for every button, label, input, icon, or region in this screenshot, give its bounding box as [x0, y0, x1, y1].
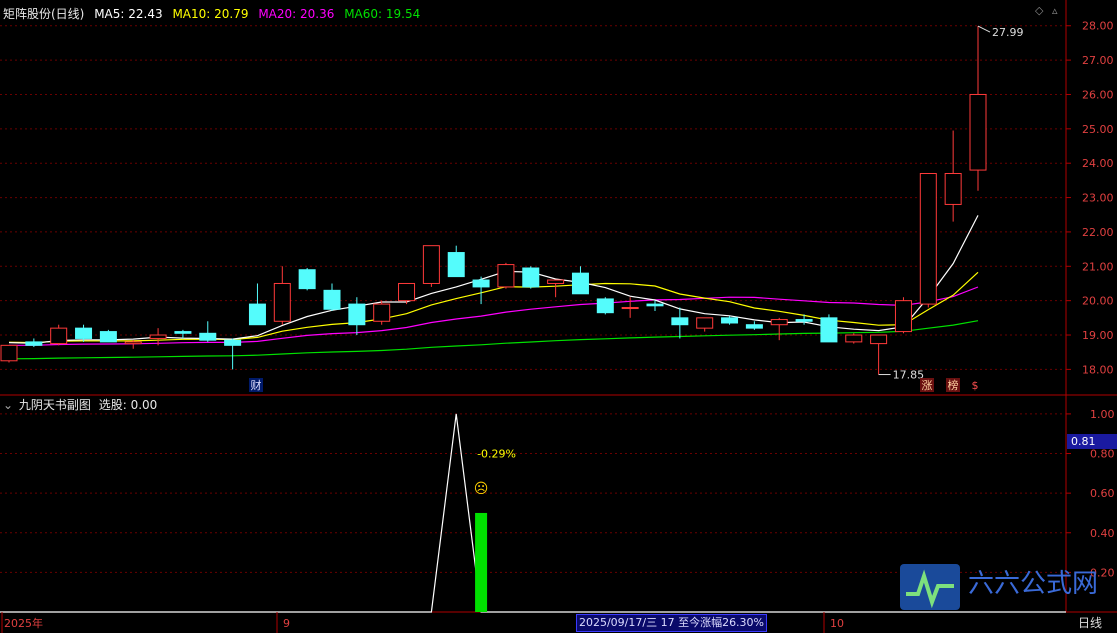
- indicator-pct-label: -0.29%: [477, 447, 516, 460]
- candle-body: [820, 317, 838, 343]
- candle-body: [596, 298, 614, 314]
- candle-body: [199, 332, 217, 341]
- sub-chart-title: 九阴天书副图: [18, 398, 91, 412]
- main-legend: 矩阵股份(日线) MA5: 22.43 MA10: 20.79 MA20: 20…: [3, 5, 426, 22]
- candle-body: [646, 303, 664, 307]
- date-label: 2025年: [4, 616, 43, 630]
- collapse-icon[interactable]: ⌄: [3, 398, 13, 412]
- candle-body: [298, 269, 316, 290]
- candle-body: [323, 289, 341, 310]
- candlestick-series[interactable]: [0, 26, 987, 375]
- candle-body: [174, 331, 192, 334]
- candle-body: [845, 334, 863, 343]
- indicator-tick-label: 0.80: [1090, 448, 1115, 461]
- candle-body: [447, 252, 465, 278]
- sad-face-icon: ☹: [474, 481, 489, 497]
- low-label: 17.85: [893, 369, 925, 382]
- candle-body: [99, 331, 117, 343]
- sub-legend: ⌄ 九阴天书副图 选股: 0.00: [3, 396, 163, 413]
- marker-zhang: 涨: [922, 379, 933, 392]
- price-tick-label: 25.00: [1082, 123, 1114, 136]
- price-tick-label: 20.00: [1082, 295, 1114, 308]
- date-label: 10: [830, 617, 844, 630]
- marker-dollar: $: [972, 379, 979, 392]
- candle-body: [273, 282, 291, 322]
- candle-body: [894, 300, 912, 333]
- candle-body: [149, 334, 167, 339]
- high-label: 27.99: [992, 26, 1024, 39]
- period-label[interactable]: 日线: [1078, 614, 1102, 631]
- price-tick-label: 24.00: [1082, 157, 1114, 170]
- candle-body: [373, 303, 391, 322]
- status-bar: 2025/09/17/三 17 至今涨幅26.30%: [576, 614, 767, 632]
- candle-body: [224, 339, 242, 346]
- candle-body: [721, 317, 739, 324]
- price-tick-label: 23.00: [1082, 192, 1114, 205]
- ma10-legend: MA10: 20.79: [172, 7, 249, 21]
- candle-body: [671, 317, 689, 326]
- candle-body: [547, 279, 565, 284]
- triangle-icon[interactable]: ▵: [1052, 4, 1058, 17]
- watermark-logo: 六六公式网: [900, 564, 1098, 610]
- marker-bang: 榜: [948, 378, 959, 392]
- candle-body: [919, 173, 937, 305]
- indicator-bar: [475, 512, 488, 612]
- candle-body: [50, 327, 68, 345]
- price-tick-label: 28.00: [1082, 20, 1114, 33]
- price-tick-label: 19.00: [1082, 329, 1114, 342]
- price-tick-label: 21.00: [1082, 260, 1114, 273]
- candle-body: [497, 264, 515, 288]
- candle-body: [621, 307, 639, 310]
- price-tick-label: 26.00: [1082, 88, 1114, 101]
- candle-body: [571, 272, 589, 295]
- high-pointer: [977, 25, 991, 33]
- candle-body: [770, 319, 788, 326]
- price-tick-label: 18.00: [1082, 363, 1114, 376]
- candle-body: [795, 319, 813, 322]
- candle-body: [944, 173, 962, 205]
- candle-body: [969, 93, 987, 171]
- candle-body: [522, 267, 540, 288]
- candle-body: [25, 341, 43, 346]
- candle-body: [745, 324, 763, 329]
- candle-body: [472, 279, 490, 288]
- indicator-tick-label: 1.00: [1090, 408, 1115, 421]
- candle-body: [248, 303, 266, 326]
- marker-cai: 财: [251, 378, 262, 392]
- candle-body: [696, 317, 714, 329]
- candle-body: [870, 334, 888, 345]
- candle-body: [0, 344, 18, 362]
- main-chart-title: 矩阵股份(日线): [3, 7, 85, 21]
- candle-body: [348, 303, 366, 326]
- price-tick-label: 27.00: [1082, 54, 1114, 67]
- watermark-logo-text: 六六公式网: [968, 569, 1098, 599]
- price-tick-label: 22.00: [1082, 226, 1114, 239]
- ma5-legend: MA5: 22.43: [94, 7, 163, 21]
- date-label: 9: [283, 617, 290, 630]
- diamond-icon[interactable]: ◇: [1035, 4, 1043, 17]
- ma60-legend: MA60: 19.54: [344, 7, 421, 21]
- candle-body: [75, 327, 93, 339]
- indicator-tick-label: 0.40: [1090, 527, 1115, 540]
- candle-body: [124, 341, 142, 345]
- indicator-tick-label: 0.60: [1090, 487, 1115, 500]
- candle-body: [422, 245, 440, 284]
- cursor-value-tag: 0.81: [1067, 434, 1117, 449]
- sub-chart-value: 选股: 0.00: [98, 398, 158, 412]
- ma20-legend: MA20: 20.36: [258, 7, 335, 21]
- candle-body: [398, 282, 416, 302]
- stock-chart[interactable]: -0.29% ☹ 28.00 27.00 26.00 25.00 24.00 23.00 22…: [0, 0, 1117, 633]
